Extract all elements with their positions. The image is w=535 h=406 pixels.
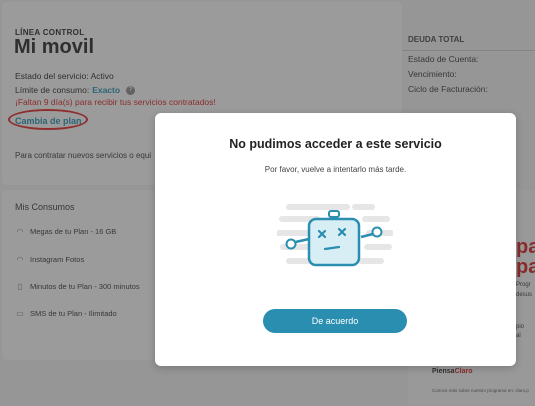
dialog-subtitle: Por favor, vuelve a intentarlo más tarde…	[264, 165, 407, 174]
error-dialog: No pudimos acceder a este servicio Por f…	[155, 113, 516, 366]
broken-robot-icon	[277, 204, 393, 267]
confirm-button[interactable]: De acuerdo	[263, 309, 407, 333]
dialog-title: No pudimos acceder a este servicio	[229, 137, 442, 151]
